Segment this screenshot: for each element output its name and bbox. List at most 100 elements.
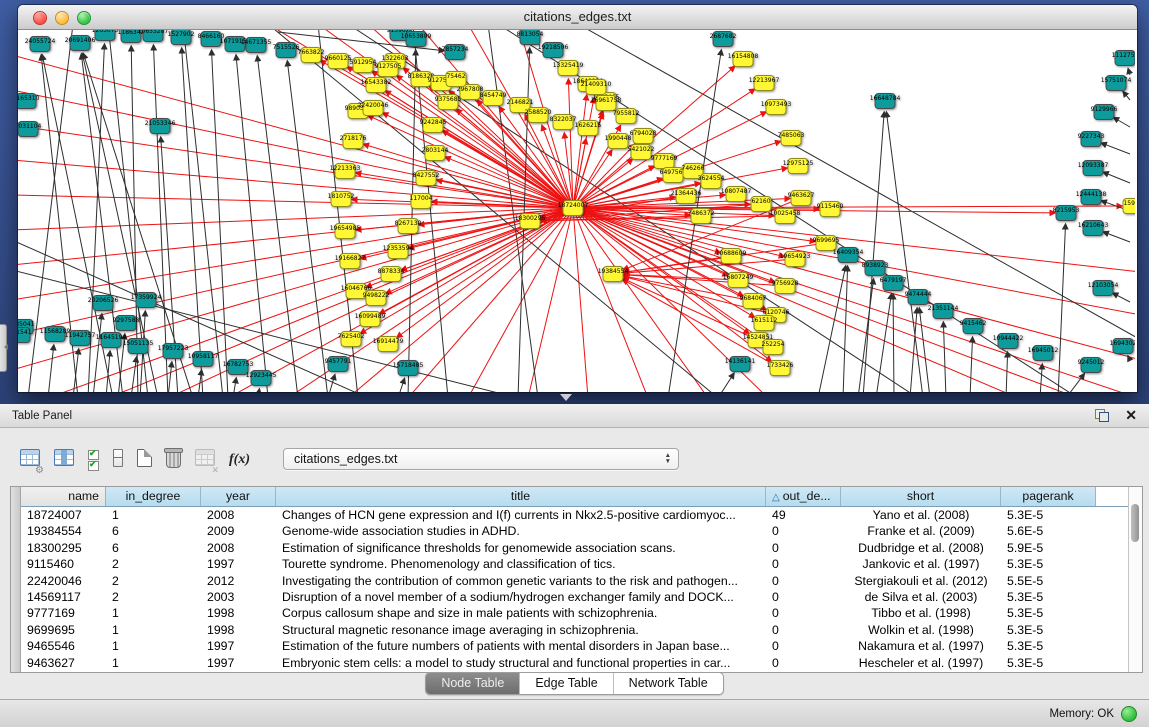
graph-node[interactable]: 15751074 [1101, 76, 1132, 91]
tab-node-table[interactable]: Node Table [426, 673, 520, 694]
graph-node[interactable]: 9297588 [113, 316, 140, 331]
graph-node[interactable]: 16961758 [591, 96, 622, 111]
graph-node[interactable]: 21351144 [928, 304, 959, 319]
graph-node[interactable]: 8267130 [395, 219, 422, 234]
table-row[interactable]: 1456911722003Disruption of a novel membe… [21, 589, 1128, 605]
cell-in-degree[interactable]: 2 [106, 556, 201, 572]
cell-out-de-[interactable]: 0 [766, 573, 841, 589]
graph-node[interactable]: 8938923 [862, 261, 889, 276]
table-row[interactable]: 1938455462009Genome-wide association stu… [21, 523, 1128, 539]
cell-pagerank[interactable]: 5.3E-5 [1001, 556, 1096, 572]
cell-name[interactable]: 19384554 [21, 523, 106, 539]
cell-out-de-[interactable]: 0 [766, 605, 841, 621]
graph-node[interactable]: 1265073 [92, 30, 119, 41]
cell-in-degree[interactable]: 1 [106, 655, 201, 671]
column-header-pagerank[interactable]: pagerank [1001, 487, 1096, 506]
graph-node[interactable]: 19166827 [335, 254, 366, 269]
cell-year[interactable]: 1997 [201, 638, 276, 654]
cell-title[interactable]: Disruption of a novel member of a sodium… [276, 589, 766, 605]
graph-node[interactable]: 16914479 [373, 337, 404, 352]
graph-node[interactable]: 12093387 [1078, 161, 1109, 176]
cell-pagerank[interactable]: 5.3E-5 [1001, 655, 1096, 671]
cell-out-de-[interactable]: 0 [766, 556, 841, 572]
cell-out-de-[interactable]: 0 [766, 638, 841, 654]
cell-out-de-[interactable]: 0 [766, 523, 841, 539]
cell-out-de-[interactable]: 0 [766, 589, 841, 605]
table-row[interactable]: 1872400712008Changes of HCN gene express… [21, 507, 1128, 523]
graph-node[interactable]: 17359924 [131, 293, 162, 308]
graph-node[interactable]: 6794028 [630, 129, 657, 144]
column-header-out-de-[interactable]: △out_de... [766, 487, 841, 506]
cell-name[interactable]: 9699695 [21, 622, 106, 638]
table-row[interactable]: 1830029562008Estimation of significance … [21, 540, 1128, 556]
graph-node[interactable]: 13325419 [553, 61, 584, 76]
graph-node[interactable]: 9375685 [435, 95, 462, 110]
cell-short[interactable]: Wolkin et al. (1998) [841, 622, 1001, 638]
graph-node[interactable]: 9245012 [1078, 358, 1105, 373]
graph-node[interactable]: 10688609 [716, 249, 747, 264]
scrollbar-thumb[interactable] [1131, 504, 1139, 542]
graph-node[interactable]: 7625402 [338, 332, 365, 347]
column-header-short[interactable]: short [841, 487, 1001, 506]
cell-name[interactable]: 9777169 [21, 605, 106, 621]
graph-node[interactable]: 1527902 [168, 30, 195, 45]
graph-node[interactable]: 1694302 [1110, 339, 1135, 354]
graph-node[interactable]: 12975125 [783, 159, 814, 174]
cell-pagerank[interactable]: 5.3E-5 [1001, 605, 1096, 621]
graph-node[interactable]: 9457791 [325, 357, 352, 372]
column-header-in-degree[interactable]: in_degree [106, 487, 201, 506]
cell-in-degree[interactable]: 6 [106, 523, 201, 539]
graph-node[interactable]: 2588520 [525, 108, 552, 123]
graph-node[interactable]: 1810752 [328, 192, 355, 207]
cell-in-degree[interactable]: 2 [106, 573, 201, 589]
graph-node[interactable]: 7485063 [778, 131, 805, 146]
table-row[interactable]: 911546021997Tourette syndrome. Phenomeno… [21, 556, 1128, 572]
cell-title[interactable]: Tourette syndrome. Phenomenology and cla… [276, 556, 766, 572]
cell-name[interactable]: 14569117 [21, 589, 106, 605]
graph-node[interactable]: 1733426 [767, 361, 794, 376]
cell-short[interactable]: Jankovic et al. (1997) [841, 556, 1001, 572]
graph-node[interactable]: 6479197 [880, 276, 907, 291]
zoom-window-icon[interactable] [77, 11, 91, 25]
cell-short[interactable]: Dudbridge et al. (2008) [841, 540, 1001, 556]
cell-title[interactable]: Corpus callosum shape and size in male p… [276, 605, 766, 621]
graph-node[interactable]: 8427552 [413, 171, 440, 186]
function-builder-icon[interactable]: f(x) [229, 452, 250, 468]
graph-node[interactable]: 15958 [1123, 199, 1135, 214]
graph-node[interactable]: 7955812 [613, 109, 640, 124]
cell-name[interactable]: 18724007 [21, 507, 106, 523]
graph-node[interactable]: 1626215 [575, 121, 602, 136]
merge-columns-icon[interactable] [113, 449, 123, 472]
cell-year[interactable]: 2008 [201, 507, 276, 523]
graph-node[interactable]: 16154808 [728, 52, 759, 67]
table-row[interactable]: 977716911998Corpus callosum shape and si… [21, 605, 1128, 621]
graph-node[interactable]: 19654985 [330, 224, 361, 239]
cell-year[interactable]: 2003 [201, 589, 276, 605]
graph-node[interactable]: 9415462 [960, 319, 987, 334]
cell-name[interactable]: 9465546 [21, 638, 106, 654]
cell-pagerank[interactable]: 5.3E-5 [1001, 589, 1096, 605]
collapsed-panel-handle[interactable] [0, 324, 7, 372]
cell-name[interactable]: 18300295 [21, 540, 106, 556]
table-row[interactable]: 969969511998Structural magnetic resonanc… [21, 622, 1128, 638]
tab-network-table[interactable]: Network Table [614, 673, 723, 694]
graph-node[interactable]: 2165310 [18, 94, 40, 109]
column-chooser-icon[interactable] [54, 449, 74, 471]
graph-node[interactable]: 16409354 [833, 248, 864, 263]
cell-title[interactable]: Embryonic stem cells: a model to study s… [276, 655, 766, 671]
cell-short[interactable]: Stergiakouli et al. (2012) [841, 573, 1001, 589]
cell-year[interactable]: 1998 [201, 622, 276, 638]
graph-node[interactable]: 9242845 [420, 118, 447, 133]
cell-short[interactable]: Franke et al. (2009) [841, 523, 1001, 539]
cell-title[interactable]: Structural magnetic resonance image aver… [276, 622, 766, 638]
graph-node[interactable]: 75462 [446, 72, 466, 87]
graph-node[interactable]: 7486372 [688, 209, 715, 224]
table-settings-icon[interactable] [20, 449, 40, 471]
delete-column-icon[interactable] [166, 448, 181, 473]
cell-title[interactable]: Estimation of the future numbers of pati… [276, 638, 766, 654]
cell-short[interactable]: de Silva et al. (2003) [841, 589, 1001, 605]
graph-node[interactable]: 15051135 [123, 339, 154, 354]
cell-year[interactable]: 2009 [201, 523, 276, 539]
float-panel-icon[interactable] [1095, 409, 1109, 422]
cell-short[interactable]: Yano et al. (2008) [841, 507, 1001, 523]
